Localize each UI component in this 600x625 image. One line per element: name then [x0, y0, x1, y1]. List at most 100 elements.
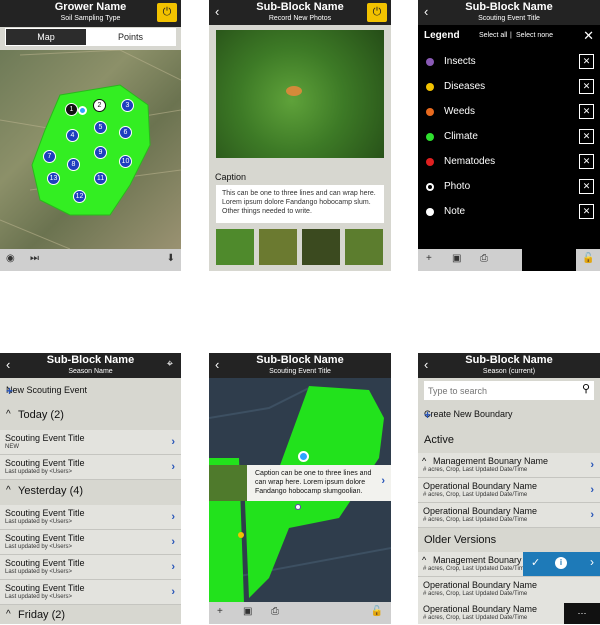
- toggle-nematodes[interactable]: ✕: [579, 154, 594, 169]
- sample-point[interactable]: 13: [47, 172, 60, 185]
- sample-point[interactable]: 7: [43, 150, 56, 163]
- toggle-diseases[interactable]: ✕: [579, 79, 594, 94]
- add-icon[interactable]: +: [426, 253, 432, 264]
- page-title: Sub-Block Name: [465, 354, 553, 366]
- search-icon[interactable]: ⚲: [582, 382, 590, 395]
- select-none-link[interactable]: Select none: [516, 32, 553, 39]
- note-dot-icon: [426, 208, 434, 216]
- image-icon[interactable]: ▣: [243, 606, 252, 617]
- event-row[interactable]: Scouting Event Title Last updated by <Us…: [0, 455, 181, 480]
- lock-icon[interactable]: 🔓: [371, 606, 383, 617]
- event-row[interactable]: Scouting Event Title Last updated by <Us…: [0, 530, 181, 555]
- legend-title: Legend: [424, 30, 460, 41]
- section-today[interactable]: ^ Today (2): [0, 405, 181, 429]
- thumbnail[interactable]: [345, 229, 383, 265]
- diseases-dot-icon: [426, 83, 434, 91]
- boundary-row[interactable]: ^ Management Bounary Name # acres, Crop,…: [418, 453, 600, 478]
- toggle-insects[interactable]: ✕: [579, 54, 594, 69]
- sample-point[interactable]: 12: [73, 190, 86, 203]
- sample-point[interactable]: 6: [119, 126, 132, 139]
- nematodes-dot-icon: [426, 158, 434, 166]
- caption-card[interactable]: Caption can be one to three lines and ca…: [209, 465, 391, 501]
- location-pin-icon[interactable]: ⌖: [167, 358, 173, 371]
- page-subtitle: Scouting Event Title: [269, 368, 331, 375]
- toggle-climate[interactable]: ✕: [579, 129, 594, 144]
- add-icon[interactable]: +: [424, 408, 594, 422]
- sample-point[interactable]: 1: [65, 103, 78, 116]
- legend-item-nematodes[interactable]: Nematodes ✕: [418, 150, 600, 174]
- boundary-meta: # acres, Crop, Last Updated Date/Time: [423, 566, 528, 572]
- sample-point[interactable]: 11: [94, 172, 107, 185]
- back-icon[interactable]: ‹: [215, 357, 219, 373]
- back-icon[interactable]: ‹: [424, 357, 428, 373]
- close-icon[interactable]: ✕: [583, 28, 594, 44]
- legend-item-note[interactable]: Note ✕: [418, 200, 600, 224]
- legend-item-diseases[interactable]: Diseases ✕: [418, 75, 600, 99]
- sample-point[interactable]: 4: [66, 129, 79, 142]
- power-icon[interactable]: ⏻: [157, 3, 177, 22]
- power-icon[interactable]: ⏻: [367, 3, 387, 22]
- page-title: Sub-Block Name: [465, 1, 553, 13]
- section-yesterday[interactable]: ^ Yesterday (4): [0, 481, 181, 505]
- legend-header: Legend Select all | Select none ✕: [418, 28, 600, 46]
- info-icon[interactable]: i: [555, 557, 567, 569]
- tab-map[interactable]: Map: [6, 29, 86, 45]
- event-row[interactable]: Scouting Event Title Last updated by <Us…: [0, 580, 181, 605]
- thumbnail[interactable]: [216, 229, 254, 265]
- toggle-photo[interactable]: ✕: [579, 179, 594, 194]
- legend-item-weeds[interactable]: Weeds ✕: [418, 100, 600, 124]
- check-icon[interactable]: ✓: [531, 556, 540, 569]
- select-all-link[interactable]: Select all: [479, 32, 507, 39]
- legend-label: Weeds: [444, 106, 475, 117]
- toggle-weeds[interactable]: ✕: [579, 104, 594, 119]
- boundary-row[interactable]: Operational Boundary Name # acres, Crop,…: [418, 577, 600, 602]
- target-icon[interactable]: ◉: [6, 253, 15, 264]
- screen-legend: ‹ Sub-Block Name Scouting Event Title Le…: [418, 0, 600, 271]
- print-icon[interactable]: ⎙: [480, 253, 488, 264]
- thumbnail[interactable]: [302, 229, 340, 265]
- lock-icon[interactable]: 🔓: [582, 253, 594, 264]
- skip-icon[interactable]: ⏭: [30, 253, 39, 264]
- event-row[interactable]: Scouting Event Title Last updated by <Us…: [0, 555, 181, 580]
- chevron-right-icon: ›: [171, 511, 175, 523]
- thumbnail[interactable]: [259, 229, 297, 265]
- boundary-meta: # acres, Crop, Last Updated Date/Time: [423, 517, 528, 523]
- toggle-note[interactable]: ✕: [579, 204, 594, 219]
- sample-point[interactable]: 5: [94, 121, 107, 134]
- more-options-button[interactable]: ⋯: [564, 603, 600, 624]
- sample-point[interactable]: 10: [119, 155, 132, 168]
- section-label: Older Versions: [424, 534, 497, 546]
- boundary-row[interactable]: Operational Boundary Name # acres, Crop,…: [418, 503, 600, 528]
- back-icon[interactable]: ‹: [215, 4, 219, 20]
- print-icon[interactable]: ⎙: [271, 606, 279, 617]
- section-friday[interactable]: ^ Friday (2): [0, 605, 181, 624]
- sample-point[interactable]: 9: [94, 146, 107, 159]
- sample-point[interactable]: 3: [121, 99, 134, 112]
- back-icon[interactable]: ‹: [424, 4, 428, 20]
- tab-points[interactable]: Points: [86, 29, 175, 45]
- event-row[interactable]: Scouting Event Title Last updated by <Us…: [0, 505, 181, 530]
- create-boundary-row[interactable]: Create New Boundary +: [418, 405, 600, 427]
- legend-item-insects[interactable]: Insects ✕: [418, 50, 600, 74]
- add-icon[interactable]: +: [6, 384, 175, 398]
- chevron-right-icon[interactable]: ›: [590, 555, 594, 569]
- back-icon[interactable]: ‹: [6, 357, 10, 373]
- image-icon[interactable]: ▣: [452, 253, 461, 264]
- search-bar: ⚲: [424, 381, 594, 400]
- header: ‹ Sub-Block Name Scouting Event Title: [209, 353, 391, 378]
- field-overlay: [0, 49, 181, 250]
- caption-input[interactable]: This can be one to three lines and can w…: [216, 185, 384, 223]
- add-icon[interactable]: +: [217, 606, 223, 617]
- sample-point[interactable]: 2: [93, 99, 106, 112]
- disease-marker[interactable]: [238, 532, 244, 538]
- download-icon[interactable]: ⬇: [167, 253, 175, 264]
- boundary-row[interactable]: Operational Boundary Name # acres, Crop,…: [418, 478, 600, 503]
- legend-item-climate[interactable]: Climate ✕: [418, 125, 600, 149]
- header: Grower Name Soil Sampling Type ⏻: [0, 0, 181, 27]
- sample-point[interactable]: 8: [67, 158, 80, 171]
- event-row[interactable]: Scouting Event Title NEW ›: [0, 430, 181, 455]
- new-event-row[interactable]: New Scouting Event +: [0, 381, 181, 403]
- photo-marker[interactable]: [295, 504, 301, 510]
- search-input[interactable]: [428, 383, 568, 398]
- legend-item-photo[interactable]: Photo ✕: [418, 175, 600, 199]
